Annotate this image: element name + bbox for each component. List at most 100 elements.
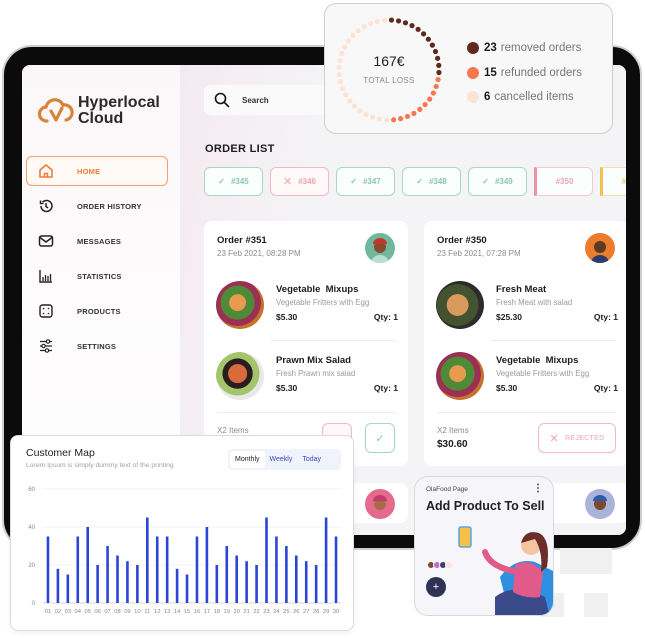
more-menu-icon[interactable]: ⋮ xyxy=(533,484,543,494)
x-tick-label: 12 xyxy=(154,609,160,615)
search-placeholder: Search xyxy=(242,95,269,105)
x-tick-label: 16 xyxy=(194,609,200,615)
sidebar-item-statistics[interactable]: STATISTICS xyxy=(26,261,168,291)
sidebar-item-products[interactable]: PRODUCTS xyxy=(26,296,168,326)
item-quantity: Qty: 1 xyxy=(593,312,618,322)
sidebar-item-label: ORDER HISTORY xyxy=(77,201,142,211)
products-icon xyxy=(37,302,55,320)
x-tick-label: 04 xyxy=(75,609,82,615)
order-item[interactable]: Vegetable Mixups Vegetable Fritters with… xyxy=(216,281,398,331)
legend-text: refunded orders xyxy=(500,66,582,79)
bar xyxy=(225,546,229,603)
bar xyxy=(96,565,99,603)
bar xyxy=(295,555,298,603)
x-tick-label: 21 xyxy=(243,609,249,615)
items-count: X2 Items xyxy=(437,426,469,435)
customer-avatar[interactable] xyxy=(365,489,395,519)
ring-dot xyxy=(422,101,428,108)
legend-dot-icon xyxy=(467,66,479,79)
ring-dot xyxy=(398,116,404,122)
bar xyxy=(334,536,338,603)
x-tick-label: 05 xyxy=(84,609,90,615)
sidebar-item-settings[interactable]: SETTINGS xyxy=(26,331,168,361)
sidebar-item-home[interactable]: HOME xyxy=(26,156,168,186)
brand-name-line1: Hyperlocal xyxy=(78,94,160,111)
legend-item-cancelled: 6 cancelled items xyxy=(467,85,582,110)
order-card[interactable]: Order #350 23 Feb 2021, 07:28 PM Fresh M… xyxy=(424,221,626,466)
legend-count: 23 xyxy=(484,42,497,55)
x-tick-label: 06 xyxy=(94,609,100,615)
divider xyxy=(217,412,396,413)
item-price: $5.30 xyxy=(276,312,298,322)
brand-logo[interactable]: Hyperlocal Cloud xyxy=(38,95,160,127)
loss-ring xyxy=(336,17,442,123)
x-tick-label: 08 xyxy=(114,609,120,615)
legend-dot-icon xyxy=(467,42,479,55)
sidebar-item-order-history[interactable]: ORDER HISTORY xyxy=(26,191,168,221)
rejected-status-button[interactable]: ✕ REJECTED xyxy=(538,423,616,453)
order-chip-pending[interactable]: #350 xyxy=(534,167,593,196)
order-item[interactable]: Fresh Meat Fresh Meat with salad $25.30 … xyxy=(436,281,618,331)
ring-dot xyxy=(374,18,380,24)
customer-avatar[interactable] xyxy=(585,233,615,263)
total-loss-card: 167€ TOTAL LOSS 23 removed orders 15 ref… xyxy=(324,3,613,134)
order-chip-accepted[interactable]: ✓ #349 xyxy=(468,167,527,196)
bar xyxy=(106,546,109,603)
order-chip-accepted[interactable]: ✓ #345 xyxy=(204,167,263,196)
x-tick-label: 24 xyxy=(273,609,280,615)
order-item[interactable]: Prawn Mix Salad Fresh Prawn mix salad $5… xyxy=(216,352,398,402)
legend-text: removed orders xyxy=(500,42,582,55)
item-description: Fresh Prawn mix salad xyxy=(276,369,356,378)
ring-dot xyxy=(343,92,349,98)
ring-dot xyxy=(429,42,435,48)
item-name: Prawn Mix Salad xyxy=(276,355,351,366)
bar xyxy=(255,565,258,603)
order-chip-rejected[interactable]: ✕ #346 xyxy=(270,167,329,196)
ring-dot xyxy=(409,23,415,29)
customer-avatar[interactable] xyxy=(585,489,615,519)
x-tick-label: 29 xyxy=(323,609,329,615)
order-chip-label: #348 xyxy=(428,177,447,186)
total-loss-value: 167€ xyxy=(373,53,405,69)
brand-name-line2: Cloud xyxy=(78,110,124,127)
bar xyxy=(215,565,219,603)
order-chip-label: #347 xyxy=(362,177,381,186)
item-name: Vegetable Mixups xyxy=(496,355,579,366)
x-tick-label: 20 xyxy=(233,609,239,615)
ring-dot xyxy=(402,20,409,26)
order-list-title: ORDER LIST xyxy=(205,143,275,155)
order-item[interactable]: Vegetable Mixups Vegetable Fritters with… xyxy=(436,352,618,402)
search-input[interactable]: Search xyxy=(204,85,344,115)
sidebar-item-messages[interactable]: MESSAGES xyxy=(26,226,168,256)
bar xyxy=(175,568,179,603)
order-chip-pending[interactable]: #351 xyxy=(600,167,626,196)
y-tick-label: 20 xyxy=(28,563,35,569)
order-date: 23 Feb 2021, 07:28 PM xyxy=(437,249,521,258)
bar xyxy=(195,536,199,603)
ring-dot xyxy=(388,17,395,23)
bar xyxy=(46,536,50,603)
customer-avatar[interactable] xyxy=(365,233,395,263)
accept-button[interactable]: ✓ xyxy=(365,423,395,453)
bar xyxy=(205,527,209,603)
sidebar-item-label: SETTINGS xyxy=(77,341,117,351)
order-chip-accepted[interactable]: ✓ #348 xyxy=(402,167,461,196)
y-tick-label: 60 xyxy=(28,487,35,493)
order-chip-accepted[interactable]: ✓ #347 xyxy=(336,167,395,196)
loss-legend: 23 removed orders 15 refunded orders 6 c… xyxy=(467,36,582,110)
x-tick-label: 14 xyxy=(174,609,181,615)
ring-dot xyxy=(342,44,348,50)
order-card[interactable]: Order #351 23 Feb 2021, 08:28 PM Vegetab… xyxy=(204,221,408,466)
x-tick-label: 01 xyxy=(45,609,51,615)
placeholder-block xyxy=(560,548,612,574)
ring-dot xyxy=(339,85,346,92)
ring-dot xyxy=(425,36,431,42)
add-product-card[interactable]: OlaFood Page ⋮ Add Product To Sell + xyxy=(414,476,554,616)
order-title: Order #350 xyxy=(437,235,487,246)
legend-text: cancelled items xyxy=(494,91,574,104)
bar xyxy=(285,546,288,603)
ring-dot xyxy=(391,117,397,123)
add-product-button[interactable]: + xyxy=(426,577,446,597)
placeholder-block xyxy=(584,593,608,617)
ring-dot xyxy=(369,114,376,120)
